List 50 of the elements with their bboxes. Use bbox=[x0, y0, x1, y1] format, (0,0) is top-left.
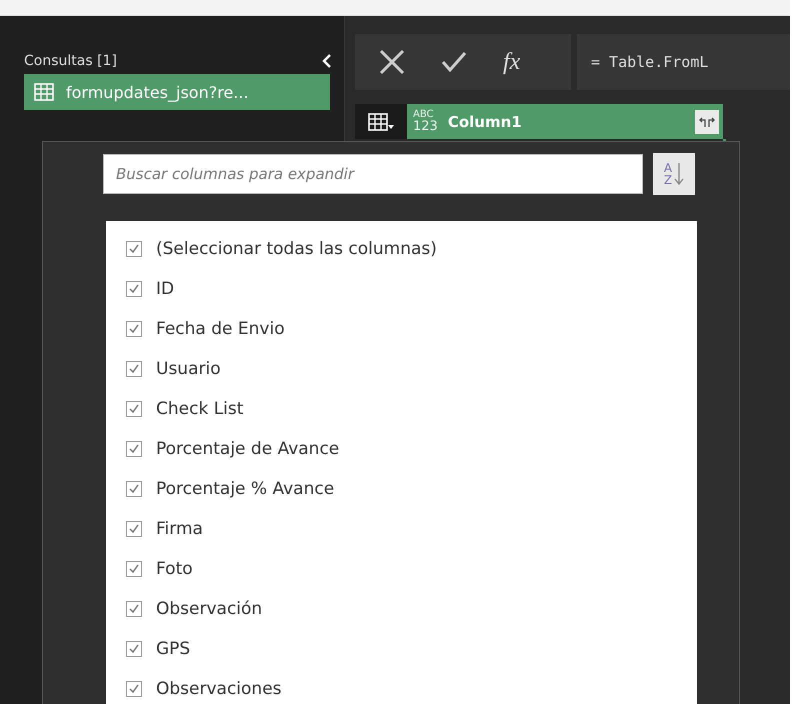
column-option[interactable]: Porcentaje de Avance bbox=[156, 439, 340, 459]
column-option[interactable]: Observación bbox=[156, 599, 262, 619]
column-option[interactable]: Fecha de Envio bbox=[156, 319, 285, 339]
checkbox[interactable] bbox=[126, 561, 142, 577]
table-icon bbox=[34, 83, 54, 101]
sort-button[interactable]: A Z bbox=[653, 153, 695, 195]
checkbox[interactable] bbox=[126, 241, 142, 257]
collapse-chevron-icon[interactable] bbox=[322, 53, 332, 69]
check-icon bbox=[128, 523, 140, 535]
column-option[interactable]: Check List bbox=[156, 399, 244, 419]
check-icon bbox=[128, 403, 140, 415]
search-field[interactable]: Buscar columnas para expandir bbox=[103, 154, 643, 194]
column-option[interactable]: GPS bbox=[156, 639, 190, 659]
down-arrow-icon bbox=[674, 162, 684, 186]
column-option[interactable]: Porcentaje % Avance bbox=[156, 479, 334, 499]
check-icon bbox=[128, 643, 140, 655]
column-option[interactable]: Observaciones bbox=[156, 679, 282, 699]
column-option[interactable]: Usuario bbox=[156, 359, 221, 379]
check-icon bbox=[128, 603, 140, 615]
column-option[interactable]: Firma bbox=[156, 519, 203, 539]
checkmark-icon[interactable] bbox=[441, 51, 467, 73]
checkbox[interactable] bbox=[126, 401, 142, 417]
checkbox[interactable] bbox=[126, 641, 142, 657]
table-menu-button[interactable] bbox=[355, 104, 407, 139]
check-icon bbox=[128, 323, 140, 335]
checkbox[interactable] bbox=[126, 441, 142, 457]
check-icon bbox=[128, 243, 140, 255]
function-button[interactable]: fx bbox=[503, 48, 520, 76]
formula-field[interactable]: = Table.FromL bbox=[577, 34, 790, 90]
close-icon[interactable] bbox=[379, 49, 405, 75]
expand-arrows-icon bbox=[699, 116, 715, 128]
checkbox[interactable] bbox=[126, 321, 142, 337]
check-icon bbox=[128, 283, 140, 295]
checkbox[interactable] bbox=[126, 361, 142, 377]
checkbox[interactable] bbox=[126, 601, 142, 617]
check-icon bbox=[128, 683, 140, 695]
checkbox[interactable] bbox=[126, 521, 142, 537]
checkbox[interactable] bbox=[126, 481, 142, 497]
column-option[interactable]: Foto bbox=[156, 559, 193, 579]
check-icon bbox=[128, 363, 140, 375]
expand-button[interactable] bbox=[695, 110, 719, 134]
checkbox[interactable] bbox=[126, 681, 142, 697]
queries-title: Consultas [1] bbox=[24, 53, 117, 69]
check-icon bbox=[128, 483, 140, 495]
column-option[interactable]: (Seleccionar todas las columnas) bbox=[156, 239, 437, 259]
checkbox[interactable] bbox=[126, 281, 142, 297]
check-icon bbox=[128, 443, 140, 455]
column-option[interactable]: ID bbox=[156, 279, 174, 299]
table-icon bbox=[368, 112, 394, 130]
check-icon bbox=[128, 563, 140, 575]
